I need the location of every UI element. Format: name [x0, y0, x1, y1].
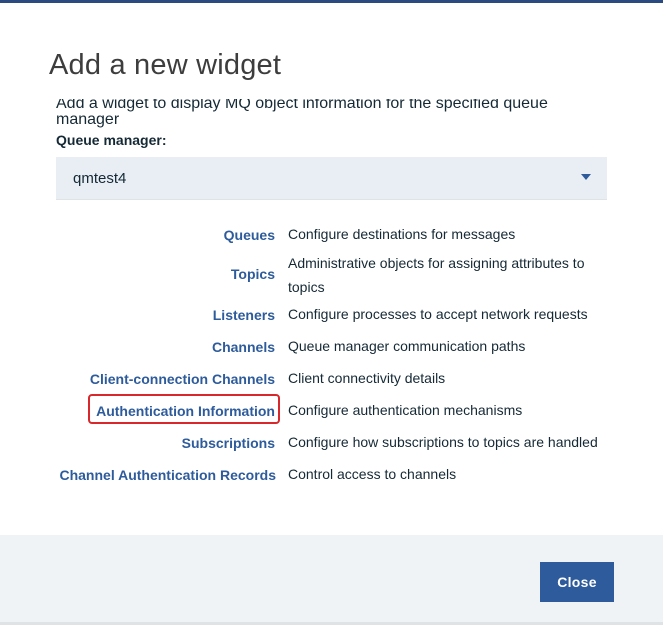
subscriptions-description: Configure how subscriptions to topics ar…: [288, 434, 598, 450]
subscriptions-link[interactable]: Subscriptions: [182, 435, 275, 451]
dialog-title: Add a new widget: [49, 49, 282, 81]
topics-description: Administrative objects for assigning att…: [288, 255, 585, 295]
listeners-description: Configure processes to accept network re…: [288, 306, 588, 322]
queues-description: Configure destinations for messages: [288, 226, 516, 242]
queue-manager-value: qmtest4: [73, 170, 127, 187]
client-connection-channels-link[interactable]: Client-connection Channels: [90, 371, 275, 387]
topics-link[interactable]: Topics: [231, 266, 275, 282]
queue-manager-label: Queue manager:: [56, 132, 167, 148]
dialog-footer: Close: [0, 535, 663, 625]
chevron-down-icon: [581, 174, 591, 180]
authentication-information-description: Configure authentication mechanisms: [288, 402, 523, 418]
queue-manager-select[interactable]: qmtest4: [56, 157, 607, 200]
channel-authentication-records-description: Control access to channels: [288, 466, 457, 482]
channels-link[interactable]: Channels: [212, 339, 275, 355]
dialog-scroll-area[interactable]: Add a widget to display MQ object inform…: [0, 99, 663, 535]
channels-description: Queue manager communication paths: [288, 338, 526, 354]
selection-highlight: [88, 394, 280, 424]
channel-authentication-records-link[interactable]: Channel Authentication Records: [59, 467, 276, 483]
add-widget-dialog: Add a new widget Add a widget to display…: [0, 3, 663, 625]
client-connection-channels-description: Client connectivity details: [288, 370, 446, 386]
dialog-description: Add a widget to display MQ object inform…: [56, 99, 548, 128]
queues-link[interactable]: Queues: [224, 227, 275, 243]
listeners-link[interactable]: Listeners: [213, 307, 275, 323]
close-button[interactable]: Close: [540, 562, 614, 602]
